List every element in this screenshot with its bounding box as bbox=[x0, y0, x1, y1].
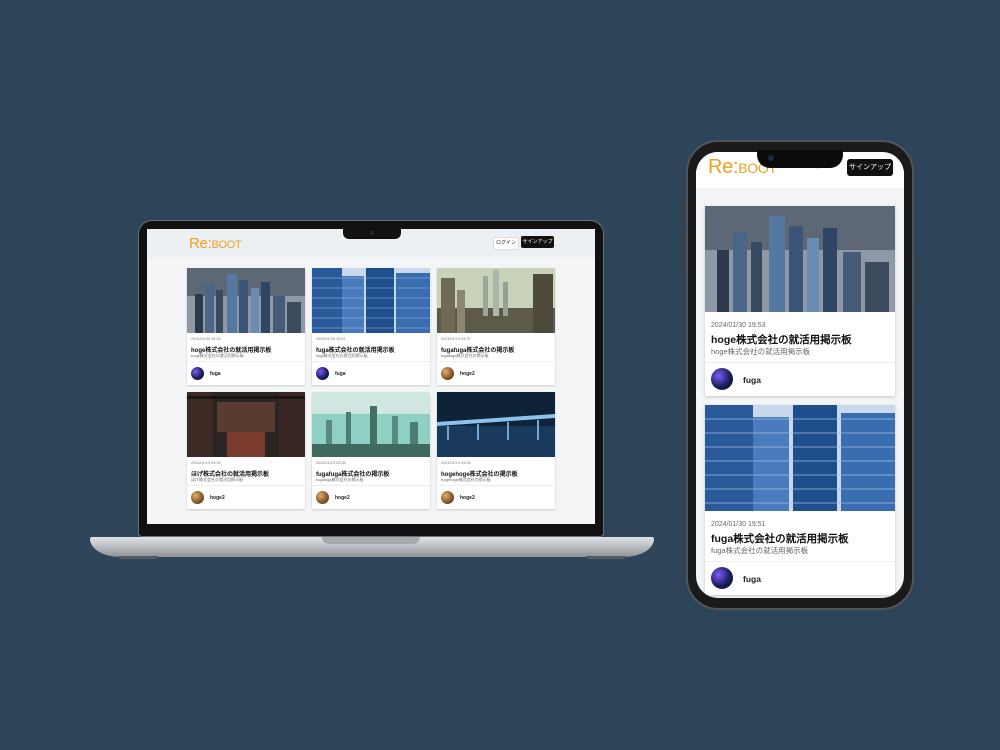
card-thumbnail-glass-towers bbox=[312, 268, 430, 333]
board-card[interactable]: 2024/01/19 04:37 fugafuga株式会社の掲示板 fugafu… bbox=[437, 268, 555, 385]
card-author: fuga bbox=[743, 375, 761, 385]
signup-button[interactable]: サインアップ bbox=[847, 159, 893, 176]
laptop-foot bbox=[118, 556, 158, 559]
board-card[interactable]: 2024/01/30 19:53 hoge株式会社の就活用掲示板 hoge株式会… bbox=[187, 268, 305, 385]
card-description: fugafuga株式会社の掲示板 bbox=[316, 477, 364, 482]
card-divider bbox=[705, 561, 895, 562]
board-card[interactable]: 2024/01/19 04:35 ほげ株式会社の就活用掲示板 ほげ株式会社の就活… bbox=[187, 392, 305, 509]
card-divider bbox=[437, 485, 555, 486]
card-divider bbox=[312, 361, 430, 362]
card-author: hoge2 bbox=[460, 371, 475, 377]
card-title: fuga株式会社の就活用掲示板 bbox=[711, 533, 849, 545]
board-card[interactable]: 2024/01/19 04:34 hogehoge株式会社の掲示板 hogeho… bbox=[437, 392, 555, 509]
laptop-camera bbox=[370, 231, 374, 235]
board-card[interactable]: 2024/01/30 19:51 fuga株式会社の就活用掲示板 fuga株式会… bbox=[705, 405, 895, 595]
phone-screen: Re:BOOT ログイン サインアップ 2024/01/30 19:53 hog… bbox=[696, 152, 904, 598]
card-thumbnail-teal-spires bbox=[312, 392, 430, 457]
laptop-foot bbox=[586, 556, 626, 559]
card-date: 2024/01/19 04:35 bbox=[191, 461, 221, 465]
card-author: hoge2 bbox=[460, 495, 475, 501]
card-date: 2024/01/30 19:51 bbox=[316, 337, 346, 341]
logo-re: Re: bbox=[708, 156, 739, 178]
card-author: fuga bbox=[743, 574, 761, 584]
card-thumbnail-glass-towers bbox=[705, 405, 895, 511]
card-author: fuga bbox=[335, 371, 346, 377]
card-description: fuga株式会社の就活用掲示板 bbox=[711, 546, 809, 555]
board-card[interactable]: 2024/01/30 19:53 hoge株式会社の就活用掲示板 hoge株式会… bbox=[705, 206, 895, 396]
avatar bbox=[191, 367, 204, 380]
card-author: fuga bbox=[210, 371, 221, 377]
logo-boot: BOOT bbox=[211, 239, 242, 251]
card-title: hoge株式会社の就活用掲示板 bbox=[711, 334, 852, 346]
avatar bbox=[711, 368, 733, 390]
card-divider bbox=[437, 361, 555, 362]
card-divider bbox=[312, 485, 430, 486]
card-description: hoge株式会社の就活用掲示板 bbox=[191, 353, 244, 358]
signup-button[interactable]: サインアップ bbox=[521, 236, 554, 248]
avatar bbox=[711, 567, 733, 589]
board-card[interactable]: 2024/01/30 19:51 fuga株式会社の就活用掲示板 fuga株式会… bbox=[312, 268, 430, 385]
laptop-screen: Re:BOOT ログイン サインアップ 2024/01/30 19:53 hog… bbox=[147, 229, 595, 524]
board-card[interactable]: 2024/01/19 04:36 fugafuga株式会社の掲示板 fugafu… bbox=[312, 392, 430, 509]
card-thumbnail-city-skyline bbox=[187, 268, 305, 333]
avatar bbox=[441, 367, 454, 380]
card-description: fuga株式会社の就活用掲示板 bbox=[316, 353, 368, 358]
avatar bbox=[441, 491, 454, 504]
card-date: 2024/01/19 04:36 bbox=[316, 461, 346, 465]
avatar bbox=[316, 491, 329, 504]
card-date: 2024/01/30 19:53 bbox=[711, 322, 766, 329]
card-divider bbox=[187, 485, 305, 486]
card-description: hoge株式会社の就活用掲示板 bbox=[711, 347, 811, 356]
phone-camera bbox=[768, 155, 774, 161]
card-thumbnail-night-bridge bbox=[437, 392, 555, 457]
card-divider bbox=[187, 361, 305, 362]
card-thumbnail-red-street bbox=[187, 392, 305, 457]
card-description: ほげ株式会社の就活用掲示板 bbox=[191, 477, 243, 482]
card-thumbnail-city-skyline bbox=[705, 206, 895, 312]
card-date: 2024/01/30 19:51 bbox=[711, 521, 766, 528]
card-description: fugafuga株式会社の掲示板 bbox=[441, 353, 489, 358]
card-description: hogehoge株式会社の掲示板 bbox=[441, 477, 491, 482]
card-author: hoge2 bbox=[335, 495, 350, 501]
card-date: 2024/01/30 19:53 bbox=[191, 337, 221, 341]
logo-re: Re: bbox=[189, 235, 212, 252]
site-logo[interactable]: Re:BOOT bbox=[189, 235, 242, 252]
avatar bbox=[191, 491, 204, 504]
card-date: 2024/01/19 04:34 bbox=[441, 461, 471, 465]
login-button[interactable]: ログイン bbox=[493, 237, 519, 250]
card-thumbnail-futuristic-city bbox=[437, 268, 555, 333]
laptop-opening-groove bbox=[322, 537, 420, 544]
card-divider bbox=[705, 362, 895, 363]
card-date: 2024/01/19 04:37 bbox=[441, 337, 471, 341]
avatar bbox=[316, 367, 329, 380]
card-author: hoge2 bbox=[210, 495, 225, 501]
